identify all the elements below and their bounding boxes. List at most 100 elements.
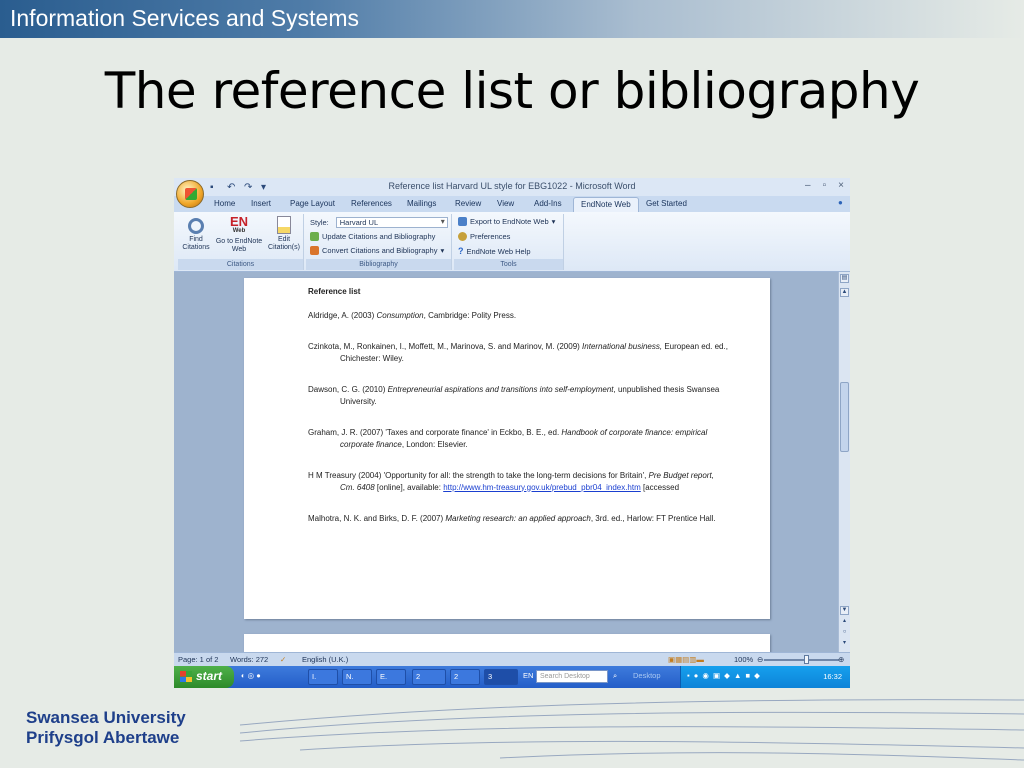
footer-line-2: Prifysgol Abertawe [26,728,180,747]
title-bar: ▪ ↶ ↷ ▾ Reference list Harvard UL style … [174,178,850,196]
tab-view[interactable]: View [497,199,514,208]
group-citations: Find Citations EN Web Go to EndNote Web … [178,214,304,270]
scroll-thumb[interactable] [840,382,849,452]
ref-text: Graham, J. R. (2007) 'Taxes and corporat… [308,428,562,437]
convert-icon [310,246,319,255]
edit-citations-icon [277,216,291,234]
group-bibliography: Style: Harvard UL Update Citations and B… [306,214,452,270]
scroll-down-icon[interactable]: ▼ [840,606,849,615]
word-window: ▪ ↶ ↷ ▾ Reference list Harvard UL style … [174,178,850,688]
group-tools: Export to EndNote Web ▾ Preferences ? En… [454,214,564,270]
status-words[interactable]: Words: 272 [230,655,268,664]
zoom-in-icon[interactable]: ⊕ [838,655,844,664]
vertical-scrollbar[interactable]: ▤ ▲ ▼ ▴ ○ ▾ [838,272,850,652]
taskbar-item[interactable]: 2 [450,669,480,685]
ref-text: [online], available: [374,482,444,492]
reference-entry: Dawson, C. G. (2010) Entrepreneurial asp… [308,384,728,407]
group-citations-label: Citations [178,259,303,270]
document-area: Reference list Aldridge, A. (2003) Consu… [174,272,838,664]
ref-hyperlink[interactable]: http://www.hm-treasury.gov.uk/prebud_pbr… [443,483,641,492]
endnote-logo-icon: EN Web [227,214,251,236]
tab-get-started[interactable]: Get Started [646,199,687,208]
search-desktop-input[interactable]: Search Desktop [536,670,608,683]
browse-object-icon[interactable]: ○ [840,629,849,638]
start-button[interactable]: start [174,666,234,688]
system-tray: ▪ ● ◉ ▣ ◆ ▲ ■ ◆ 16:32 [680,666,850,688]
preferences-button[interactable]: Preferences [458,232,510,241]
style-value: Harvard UL [339,218,379,227]
update-icon [310,232,319,241]
ribbon-tabs: Home Insert Page Layout References Maili… [174,196,850,213]
tab-home[interactable]: Home [214,199,235,208]
document-page[interactable]: Reference list Aldridge, A. (2003) Consu… [244,278,770,619]
style-dropdown[interactable]: Harvard UL [335,217,448,228]
status-zoom[interactable]: 100% [734,655,753,664]
export-icon [458,217,467,226]
ref-title: Marketing research: an applied approach [445,514,591,523]
help-button[interactable]: ? EndNote Web Help [458,246,531,256]
taskbar-item[interactable]: 3 [484,669,518,685]
ref-text: [accessed [640,482,680,492]
tab-mailings[interactable]: Mailings [407,199,436,208]
proofing-icon[interactable]: ✓ [280,655,286,664]
window-controls: – ▫ × [805,180,844,191]
reference-entry: H M Treasury (2004) 'Opportunity for all… [308,470,728,493]
ref-text: , 3rd. ed., Harlow: FT Prentice Hall. [590,514,716,523]
close-icon[interactable]: × [838,180,844,191]
ref-title: Entrepreneurial aspirations and transiti… [387,385,614,394]
tab-references[interactable]: References [351,199,392,208]
help-icon[interactable]: ● [838,198,843,207]
en-logo-text: EN [229,214,249,229]
tab-endnote-web[interactable]: EndNote Web [573,197,639,213]
update-citations-button[interactable]: Update Citations and Bibliography [310,232,435,241]
minimize-icon[interactable]: – [805,180,811,191]
convert-citations-label: Convert Citations and Bibliography [322,246,438,255]
go-to-endnote-button[interactable]: EN Web Go to EndNote Web [214,214,264,254]
previous-page-icon[interactable]: ▴ [840,618,849,627]
office-button[interactable] [176,180,204,208]
export-button[interactable]: Export to EndNote Web ▾ [458,217,555,226]
tab-insert[interactable]: Insert [251,199,271,208]
preferences-label: Preferences [470,232,511,241]
ref-title: International business, [582,342,663,351]
quick-launch-icons[interactable]: ◐ ◎ ● [238,669,288,685]
zoom-out-icon[interactable]: ⊖ [757,655,763,664]
go-to-endnote-label: Go to EndNote Web [215,238,263,253]
tab-review[interactable]: Review [455,199,481,208]
convert-citations-button[interactable]: Convert Citations and Bibliography ▾ [310,246,444,255]
chevron-down-icon: ▾ [551,217,556,226]
next-page-icon[interactable]: ▾ [840,640,849,649]
status-page[interactable]: Page: 1 of 2 [178,655,218,664]
office-logo-icon [185,188,197,200]
reference-entry: Graham, J. R. (2007) 'Taxes and corporat… [308,427,728,450]
reference-entry: Aldridge, A. (2003) Consumption, Cambrid… [308,310,728,322]
taskbar-item[interactable]: N. [342,669,372,685]
style-row: Style: Harvard UL [310,217,448,228]
edit-citations-button[interactable]: Edit Citation(s) [264,216,304,252]
style-label: Style: [310,218,329,227]
find-citations-icon [188,218,204,234]
tab-add-ins[interactable]: Add-Ins [534,199,562,208]
search-icon[interactable]: ⌕ [610,669,624,685]
ref-text: Aldridge, A. (2003) [308,310,377,320]
scroll-up-icon[interactable]: ▲ [840,288,849,297]
tray-icons[interactable]: ▪ ● ◉ ▣ ◆ ▲ ■ ◆ [687,671,761,680]
question-icon: ? [458,246,464,256]
restore-icon[interactable]: ▫ [823,180,827,191]
status-language[interactable]: English (U.K.) [302,655,348,664]
header-band: Information Services and Systems [0,0,1024,38]
taskbar-item[interactable]: I. [308,669,338,685]
group-bibliography-label: Bibliography [306,259,451,270]
ruler-toggle-icon[interactable]: ▤ [840,274,849,283]
find-citations-button[interactable]: Find Citations [178,216,214,252]
status-bar: Page: 1 of 2 Words: 272 ✓ English (U.K.)… [174,652,850,666]
desktop-toolbar[interactable]: Desktop [630,669,680,685]
taskbar-item[interactable]: E. [376,669,406,685]
view-buttons-icon[interactable]: ▣▦▤▥▬ [668,655,704,664]
language-indicator[interactable]: EN [520,669,534,685]
university-logo: Swansea University Prifysgol Abertawe [26,708,186,748]
zoom-slider-knob[interactable] [804,655,809,664]
zoom-slider[interactable] [764,659,839,661]
tab-page-layout[interactable]: Page Layout [290,199,335,208]
taskbar-item[interactable]: 2 [412,669,446,685]
